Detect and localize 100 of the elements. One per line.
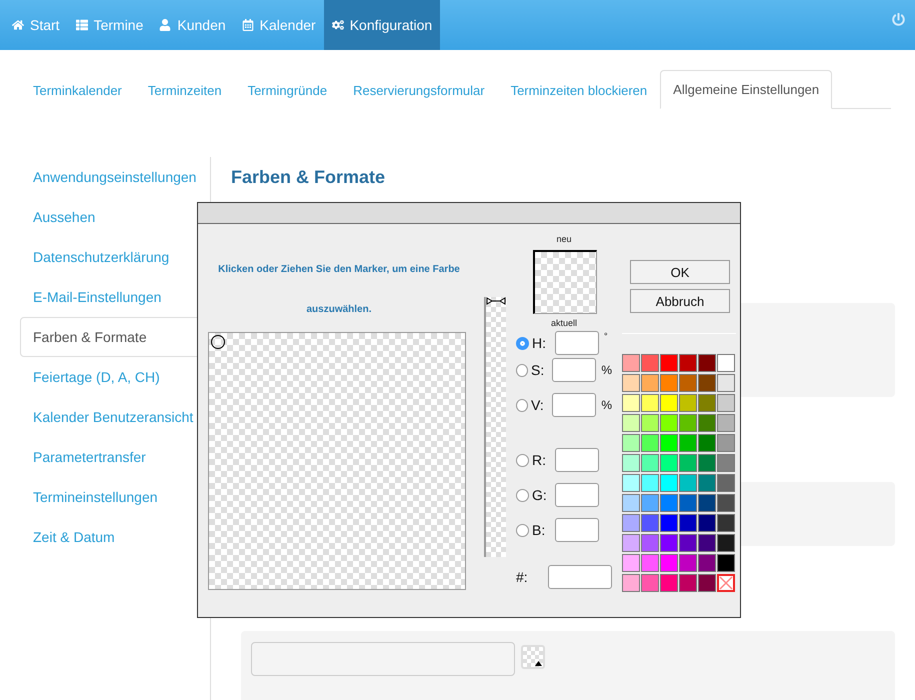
color-swatch[interactable] (717, 354, 735, 372)
color-swatch[interactable] (622, 514, 640, 532)
color-swatch[interactable] (660, 554, 678, 572)
color-swatch[interactable] (660, 494, 678, 512)
hex-input-field[interactable] (548, 565, 612, 589)
color-swatch[interactable] (698, 414, 716, 432)
color-swatch[interactable] (622, 434, 640, 452)
color-swatch[interactable] (717, 474, 735, 492)
color-swatch[interactable] (679, 454, 697, 472)
color-swatch[interactable] (641, 574, 659, 592)
color-swatch[interactable] (679, 494, 697, 512)
sidebar-item[interactable]: Anwendungseinstellungen (20, 157, 210, 197)
power-icon[interactable] (892, 13, 905, 26)
color-swatch[interactable] (679, 434, 697, 452)
color-swatch[interactable] (660, 534, 678, 552)
color-swatch[interactable] (641, 534, 659, 552)
color-swatch[interactable] (622, 414, 640, 432)
color-input-field[interactable] (251, 642, 515, 676)
color-field[interactable] (208, 332, 466, 590)
color-swatch[interactable] (679, 354, 697, 372)
color-swatch[interactable] (641, 474, 659, 492)
color-swatch[interactable] (679, 574, 697, 592)
radio-button[interactable] (516, 364, 528, 376)
color-swatch[interactable] (660, 374, 678, 392)
color-swatch[interactable] (698, 494, 716, 512)
color-swatch[interactable] (717, 554, 735, 572)
cancel-button[interactable]: Abbruch (630, 289, 730, 313)
color-picker-button[interactable] (521, 645, 545, 669)
color-swatch[interactable] (622, 354, 640, 372)
radio-button[interactable] (516, 336, 529, 350)
color-swatch[interactable] (698, 514, 716, 532)
color-swatch[interactable] (622, 494, 640, 512)
color-swatch[interactable] (698, 554, 716, 572)
nav-item[interactable]: Kunden (151, 0, 234, 50)
color-swatch[interactable] (660, 434, 678, 452)
number-input-field[interactable] (555, 483, 599, 507)
number-input-field[interactable] (552, 393, 596, 417)
color-swatch[interactable] (641, 394, 659, 412)
color-swatch[interactable] (698, 454, 716, 472)
no-color-swatch-icon[interactable] (717, 574, 735, 592)
color-swatch[interactable] (679, 534, 697, 552)
color-swatch[interactable] (641, 514, 659, 532)
color-swatch[interactable] (679, 374, 697, 392)
marker-handle[interactable] (211, 335, 225, 349)
color-swatch[interactable] (698, 434, 716, 452)
radio-button[interactable] (516, 524, 529, 536)
hue-slider[interactable] (484, 297, 506, 557)
color-swatch[interactable] (717, 374, 735, 392)
color-swatch[interactable] (698, 394, 716, 412)
color-swatch[interactable] (641, 414, 659, 432)
color-swatch[interactable] (698, 374, 716, 392)
radio-button[interactable] (516, 454, 529, 466)
color-swatch[interactable] (660, 514, 678, 532)
color-swatch[interactable] (717, 514, 735, 532)
color-swatch[interactable] (717, 394, 735, 412)
color-swatch[interactable] (679, 394, 697, 412)
nav-item[interactable]: Termine (68, 0, 152, 50)
color-swatch[interactable] (660, 414, 678, 432)
number-input-field[interactable] (555, 448, 599, 472)
color-swatch[interactable] (641, 454, 659, 472)
color-swatch[interactable] (679, 554, 697, 572)
color-swatch[interactable] (679, 514, 697, 532)
number-input-field[interactable] (555, 331, 599, 355)
slider-marker-icon[interactable] (486, 297, 506, 305)
color-swatch[interactable] (660, 474, 678, 492)
color-swatch[interactable] (641, 434, 659, 452)
color-swatch[interactable] (698, 534, 716, 552)
color-swatch[interactable] (660, 394, 678, 412)
color-swatch[interactable] (717, 414, 735, 432)
tab[interactable]: Allgemeine Einstellungen (660, 70, 832, 109)
color-swatch[interactable] (717, 434, 735, 452)
color-swatch[interactable] (622, 574, 640, 592)
color-swatch[interactable] (679, 414, 697, 432)
radio-button[interactable] (516, 398, 528, 412)
color-swatch[interactable] (622, 534, 640, 552)
color-swatch[interactable] (622, 554, 640, 572)
color-swatch[interactable] (717, 494, 735, 512)
color-swatch[interactable] (641, 354, 659, 372)
color-swatch[interactable] (622, 394, 640, 412)
color-swatch[interactable] (698, 474, 716, 492)
color-swatch[interactable] (622, 474, 640, 492)
nav-item[interactable]: Konfiguration (324, 0, 440, 50)
color-swatch[interactable] (698, 354, 716, 372)
color-swatch[interactable] (660, 354, 678, 372)
ok-button[interactable]: OK (630, 260, 730, 284)
radio-button[interactable] (516, 488, 529, 502)
color-swatch[interactable] (717, 534, 735, 552)
color-swatch[interactable] (660, 574, 678, 592)
number-input-field[interactable] (552, 358, 596, 382)
color-swatch[interactable] (641, 374, 659, 392)
color-swatch[interactable] (698, 574, 716, 592)
nav-item[interactable]: Start (4, 0, 68, 50)
color-swatch[interactable] (641, 554, 659, 572)
color-swatch[interactable] (717, 454, 735, 472)
color-swatch[interactable] (660, 454, 678, 472)
color-swatch[interactable] (679, 474, 697, 492)
nav-item[interactable]: Kalender (234, 0, 324, 50)
color-swatch[interactable] (641, 494, 659, 512)
color-swatch[interactable] (622, 374, 640, 392)
color-swatch[interactable] (622, 454, 640, 472)
